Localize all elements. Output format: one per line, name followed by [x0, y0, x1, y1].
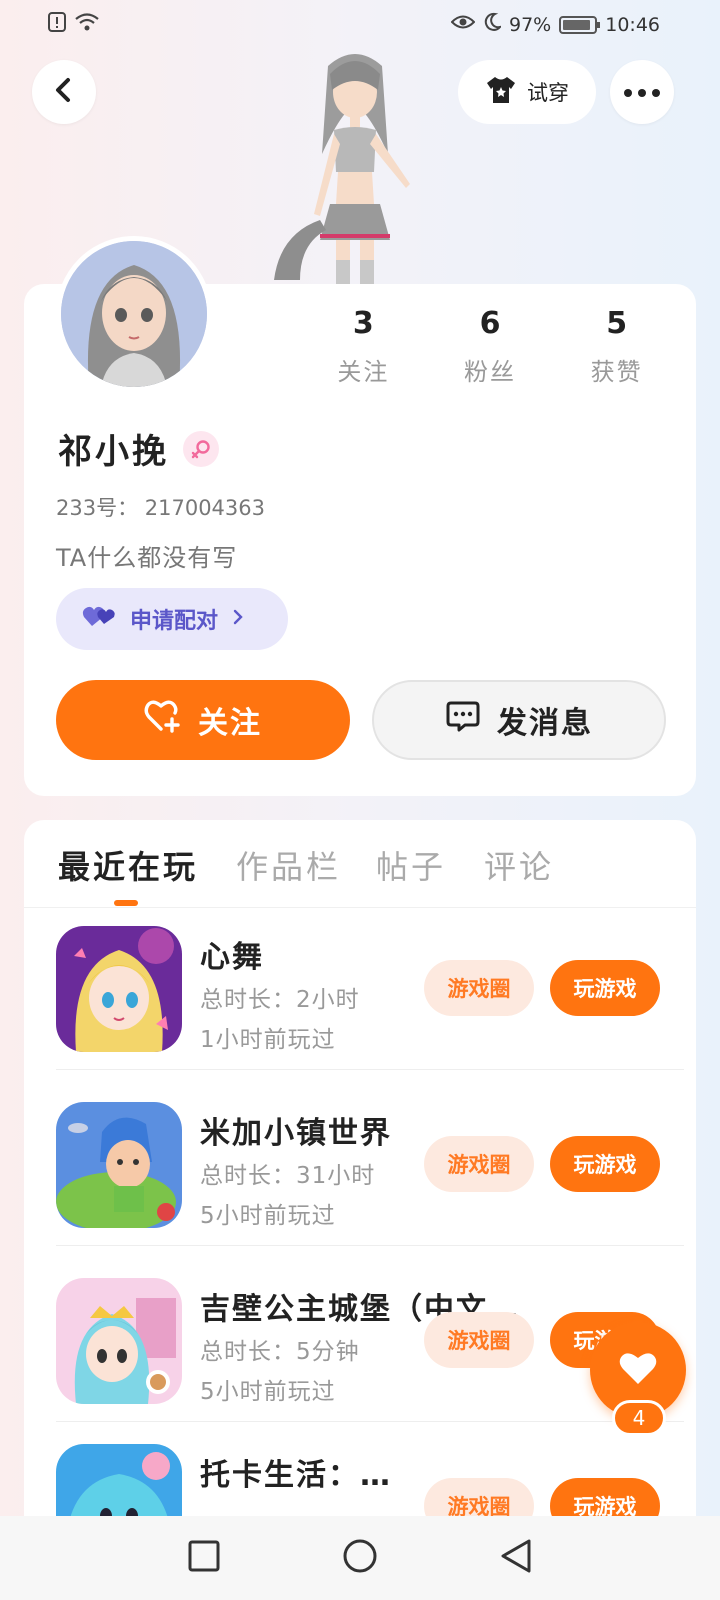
stat-following-label: 关注 — [337, 358, 390, 386]
floating-like-count: 4 — [612, 1400, 666, 1436]
game-last-played: 5小时前玩过 — [200, 1379, 336, 1405]
back-button[interactable] — [32, 60, 96, 124]
play-game-button[interactable]: 玩游戏 — [550, 1136, 660, 1192]
game-row[interactable]: 米加小镇世界 总时长：31小时 5小时前玩过 游戏圈 玩游戏 — [56, 1070, 684, 1246]
eye-icon — [450, 13, 476, 36]
game-circle-button[interactable]: 游戏圈 — [424, 1136, 534, 1192]
tab-comments[interactable]: 评论 — [484, 842, 554, 888]
stat-fans-label: 粉丝 — [464, 358, 516, 386]
female-icon — [183, 430, 219, 467]
pair-request-button[interactable]: 申请配对 — [56, 588, 288, 650]
game-row[interactable]: 吉壁公主城堡（中文… 总时长：5分钟 5小时前玩过 游戏圈 玩游戏 — [56, 1246, 684, 1422]
more-icon — [623, 83, 661, 102]
send-message-button[interactable]: 发消息 — [372, 680, 666, 760]
avatar[interactable] — [56, 236, 212, 392]
game-last-played: 5小时前玩过 — [200, 1203, 336, 1229]
home-icon[interactable] — [341, 1537, 379, 1579]
status-left — [48, 12, 100, 37]
game-circle-button[interactable]: 游戏圈 — [424, 960, 534, 1016]
avatar-figure — [270, 44, 440, 284]
tab-works[interactable]: 作品栏 — [236, 842, 341, 888]
moon-icon — [483, 12, 503, 37]
chevron-right-icon — [232, 607, 244, 632]
back-icon — [52, 76, 76, 108]
tab-posts[interactable]: 帖子 — [376, 842, 446, 888]
heart-icon — [618, 1350, 658, 1390]
user-bio: TA什么都没有写 — [56, 544, 238, 572]
stat-following[interactable]: 3 关注 — [300, 306, 427, 387]
stat-fans[interactable]: 6 粉丝 — [427, 306, 554, 387]
user-id: 233号： 217004363 — [56, 496, 266, 520]
play-game-button[interactable]: 玩游戏 — [550, 960, 660, 1016]
game-icon-princess-castle[interactable] — [56, 1278, 182, 1404]
system-nav-bar — [0, 1516, 720, 1600]
game-row[interactable]: 心舞 总时长：2小时 1小时前玩过 游戏圈 玩游戏 — [56, 894, 684, 1070]
stat-following-value: 3 — [352, 306, 374, 341]
game-duration: 总时长：2小时 — [200, 987, 360, 1013]
game-duration: 总时长：31小时 — [200, 1163, 376, 1189]
status-right: 97% 10:46 — [450, 12, 660, 37]
status-bar: 97% 10:46 — [0, 0, 720, 48]
stat-likes-label: 获赞 — [590, 358, 643, 386]
recent-games-card: 最近在玩 作品栏 帖子 评论 心舞 总时长：2小时 1小时前玩过 游戏圈 玩游戏… — [24, 820, 696, 1580]
try-on-button[interactable]: 试穿 — [458, 60, 596, 124]
battery-icon — [559, 15, 601, 34]
stat-likes[interactable]: 5 获赞 — [553, 306, 680, 387]
pair-request-label: 申请配对 — [130, 609, 219, 634]
game-title: 心舞 — [200, 940, 264, 975]
profile-stats: 3 关注 6 粉丝 5 获赞 — [300, 306, 680, 387]
game-circle-button[interactable]: 游戏圈 — [424, 1312, 534, 1368]
game-icon-xinwu[interactable] — [56, 926, 182, 1052]
alert-icon — [48, 12, 66, 37]
game-title: 托卡生活：… — [200, 1458, 392, 1493]
heart-plus-icon — [144, 699, 182, 741]
username: 祁小挽 — [58, 432, 169, 472]
wifi-icon — [74, 12, 100, 37]
follow-button[interactable]: 关注 — [56, 680, 350, 760]
game-icon-miga[interactable] — [56, 1102, 182, 1228]
nav-back-icon[interactable] — [499, 1537, 533, 1579]
tab-recent[interactable]: 最近在玩 — [58, 842, 198, 888]
game-duration: 总时长：5分钟 — [200, 1339, 360, 1365]
game-title: 米加小镇世界 — [200, 1116, 392, 1151]
tshirt-icon — [485, 75, 517, 110]
hearts-icon — [82, 604, 116, 634]
chat-icon — [445, 699, 481, 741]
follow-label: 关注 — [198, 706, 262, 741]
username-row: 祁小挽 — [58, 424, 219, 473]
status-time: 10:46 — [605, 13, 660, 36]
stat-likes-value: 5 — [606, 306, 628, 341]
recent-apps-icon[interactable] — [187, 1539, 221, 1577]
stat-fans-value: 6 — [479, 306, 501, 341]
send-message-label: 发消息 — [497, 706, 593, 741]
battery-percent: 97% — [509, 13, 552, 36]
game-last-played: 1小时前玩过 — [200, 1027, 336, 1053]
more-button[interactable] — [610, 60, 674, 124]
try-on-label: 试穿 — [527, 81, 569, 105]
